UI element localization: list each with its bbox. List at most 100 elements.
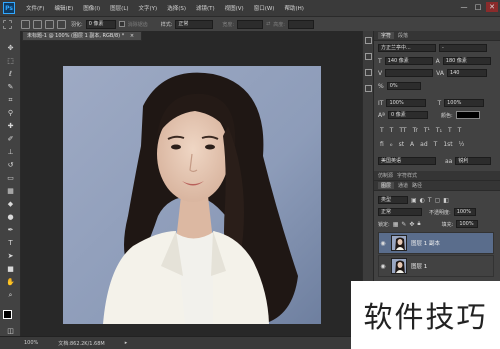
crop-tool-icon[interactable]: ⌗: [5, 95, 16, 105]
zoom-tool-icon[interactable]: ⌕: [5, 290, 16, 300]
status-menu-arrow-icon[interactable]: ▸: [125, 340, 128, 346]
blend-mode-select[interactable]: 正常: [378, 208, 422, 216]
quick-select-tool-icon[interactable]: ✎: [5, 82, 16, 92]
menu-filter[interactable]: 滤镜(T): [191, 4, 220, 12]
menu-select[interactable]: 选择(S): [162, 4, 191, 12]
tracking-input[interactable]: 140: [446, 69, 487, 77]
intersect-selection-icon[interactable]: [57, 19, 66, 29]
menu-layer[interactable]: 图层(L): [105, 4, 133, 12]
move-tool-icon[interactable]: ✥: [5, 43, 16, 53]
filter-type-icon[interactable]: T: [428, 197, 432, 204]
lasso-tool-icon[interactable]: ℓ: [5, 69, 16, 79]
blur-tool-icon[interactable]: ◆: [5, 199, 16, 209]
font-size-input[interactable]: 140 像素: [384, 57, 433, 65]
contextual-alternates-button[interactable]: ℴ: [390, 141, 393, 148]
vertical-scale-input[interactable]: 100%: [386, 99, 427, 107]
maximize-button[interactable]: □: [472, 2, 484, 12]
new-selection-icon[interactable]: [21, 19, 30, 29]
width-input[interactable]: [237, 19, 264, 29]
clone-stamp-tool-icon[interactable]: ⊥: [5, 147, 16, 157]
history-panel-icon[interactable]: [365, 37, 372, 44]
titling-alternates-button[interactable]: T: [434, 141, 438, 148]
zoom-level[interactable]: 100%: [24, 340, 38, 346]
layer-kind-filter[interactable]: 类型: [378, 196, 408, 204]
filter-pixel-icon[interactable]: ▣: [411, 197, 417, 204]
font-family-select[interactable]: 方正兰亭中...: [378, 44, 436, 52]
lock-pixels-icon[interactable]: ✎: [401, 221, 406, 228]
tab-clone-source[interactable]: 仿制源: [378, 172, 393, 179]
lock-transparency-icon[interactable]: ▦: [393, 221, 399, 228]
opacity-input[interactable]: 100%: [453, 208, 476, 216]
document-tab[interactable]: 未标题-1 @ 100% (图层 1 副本, RGB/8) * ×: [22, 31, 142, 41]
fractions-button[interactable]: ½: [459, 141, 465, 148]
tab-channels[interactable]: 通道: [398, 182, 408, 189]
layer-name[interactable]: 图层 1 副本: [411, 239, 440, 247]
layer-name[interactable]: 图层 1: [411, 262, 427, 270]
history-brush-tool-icon[interactable]: ↺: [5, 160, 16, 170]
language-select[interactable]: 美国英语: [378, 157, 436, 165]
menu-file[interactable]: 文件(F): [21, 4, 49, 12]
foreground-color-swatch[interactable]: [3, 310, 12, 319]
subscript-button[interactable]: T₁: [436, 127, 442, 134]
style-select[interactable]: 正常: [175, 19, 214, 29]
tab-character[interactable]: 字符: [378, 32, 395, 39]
tab-paragraph[interactable]: 段落: [398, 32, 408, 39]
height-input[interactable]: [287, 19, 314, 29]
marquee-tool-icon[interactable]: ⬚: [5, 56, 16, 66]
filter-smart-object-icon[interactable]: ◧: [443, 197, 449, 204]
paragraph-panel-icon[interactable]: [365, 85, 372, 92]
dodge-tool-icon[interactable]: ●: [5, 212, 16, 222]
ligatures-button[interactable]: fi: [380, 141, 384, 148]
layer-row-layer-1[interactable]: ◉ 图层 1: [378, 255, 494, 277]
type-tool-icon[interactable]: T: [5, 238, 16, 248]
eraser-tool-icon[interactable]: ▭: [5, 173, 16, 183]
menu-type[interactable]: 文字(Y): [134, 4, 163, 12]
menu-view[interactable]: 视图(V): [220, 4, 249, 12]
actions-panel-icon[interactable]: [365, 53, 372, 60]
swash-button[interactable]: A: [410, 141, 414, 148]
kerning-select[interactable]: [385, 69, 434, 77]
fill-input[interactable]: 100%: [456, 220, 479, 228]
tab-paths[interactable]: 路径: [412, 182, 422, 189]
document-tab-close-icon[interactable]: ×: [130, 33, 134, 39]
antialias-select[interactable]: 锐利: [455, 157, 492, 165]
superscript-button[interactable]: T¹: [424, 127, 430, 134]
tab-layers[interactable]: 图层: [378, 182, 395, 189]
antialias-checkbox[interactable]: [118, 21, 125, 27]
close-button[interactable]: ✕: [486, 2, 498, 12]
character-panel-icon[interactable]: [365, 69, 372, 76]
leading-input[interactable]: 180 像素: [442, 57, 491, 65]
visibility-eye-icon[interactable]: ◉: [379, 240, 387, 247]
visibility-eye-icon[interactable]: ◉: [379, 263, 387, 270]
add-selection-icon[interactable]: [33, 19, 42, 29]
text-color-swatch[interactable]: [455, 111, 480, 119]
menu-window[interactable]: 窗口(W): [249, 4, 280, 12]
path-select-tool-icon[interactable]: ➤: [5, 251, 16, 261]
subtract-selection-icon[interactable]: [45, 19, 54, 29]
brush-tool-icon[interactable]: ✐: [5, 134, 16, 144]
all-caps-button[interactable]: TT: [399, 127, 406, 134]
ordinals-button[interactable]: 1st: [443, 141, 452, 148]
pen-tool-icon[interactable]: ✒: [5, 225, 16, 235]
eyedropper-tool-icon[interactable]: ⚲: [5, 108, 16, 118]
discretionary-ligatures-button[interactable]: st: [399, 141, 404, 148]
faux-italic-button[interactable]: T: [390, 127, 394, 134]
quick-mask-icon[interactable]: ◫: [5, 326, 16, 336]
strikethrough-button[interactable]: T: [458, 127, 462, 134]
filter-shape-icon[interactable]: ▢: [435, 197, 441, 204]
menu-edit[interactable]: 编辑(E): [49, 4, 78, 12]
baseline-shift-input[interactable]: 0 像素: [387, 111, 428, 119]
minimize-button[interactable]: —: [458, 2, 470, 12]
menu-help[interactable]: 帮助(H): [279, 4, 308, 12]
horizontal-scale-input[interactable]: 100%: [444, 99, 485, 107]
hand-tool-icon[interactable]: ✋: [5, 277, 16, 287]
tsume-input[interactable]: 0%: [386, 82, 421, 90]
filter-adjustment-icon[interactable]: ◐: [420, 197, 425, 204]
faux-bold-button[interactable]: T: [380, 127, 384, 134]
marquee-tool-preset-icon[interactable]: [3, 19, 12, 29]
lock-position-icon[interactable]: ✥: [409, 221, 414, 228]
shape-tool-icon[interactable]: ■: [5, 264, 16, 274]
healing-brush-tool-icon[interactable]: ✚: [5, 121, 16, 131]
font-style-select[interactable]: -: [439, 44, 487, 52]
document-canvas-photo[interactable]: [63, 66, 321, 324]
